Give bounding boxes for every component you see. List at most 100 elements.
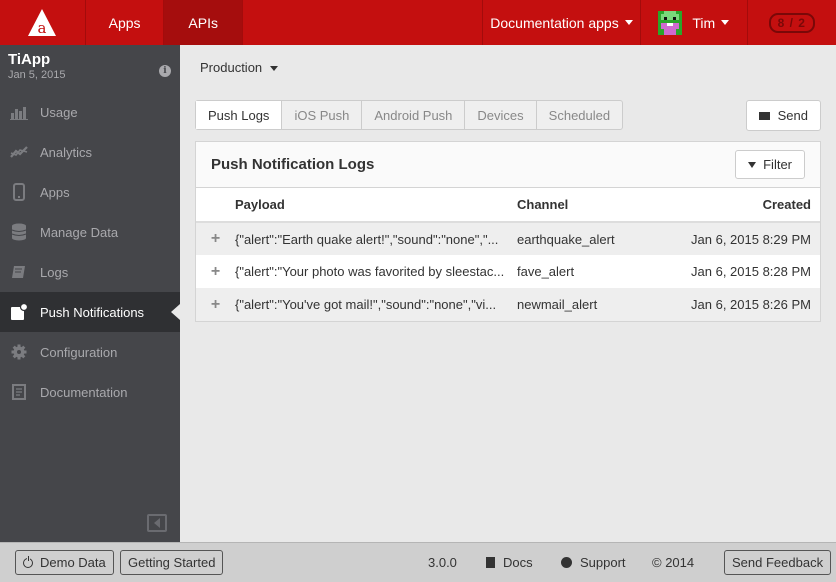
sidebar-item-configuration[interactable]: Configuration	[0, 332, 180, 372]
tab-label: Scheduled	[548, 107, 611, 123]
sidebar-item-label: Documentation	[40, 384, 128, 400]
demo-data-button[interactable]: Demo Data	[15, 550, 114, 575]
sidebar-item-label: Analytics	[40, 144, 93, 160]
column-header-payload[interactable]: Payload	[235, 188, 517, 223]
caret-down-icon	[721, 20, 730, 25]
channel-cell: fave_alert	[517, 264, 575, 279]
sidebar-item-label: Manage Data	[40, 224, 119, 240]
tab-label: Devices	[477, 107, 524, 123]
globe-icon	[561, 557, 572, 568]
footer: Demo Data Getting Started 3.0.0 Docs Sup…	[0, 542, 836, 582]
sidebar-item-label: Logs	[40, 264, 69, 280]
tab-label: iOS Push	[294, 107, 350, 123]
top-navbar: a Apps APIs Documentation apps Tim 8 / 2	[0, 0, 836, 45]
logo-icon: a	[28, 8, 57, 37]
demo-data-label: Demo Data	[40, 555, 106, 570]
sidebar-item-documentation[interactable]: Documentation	[0, 372, 180, 412]
nav-apps[interactable]: Apps	[86, 0, 165, 45]
table-row[interactable]: + {"alert":"Your photo was favorited by …	[196, 255, 820, 288]
column-header-channel[interactable]: Channel	[517, 188, 667, 223]
docs-link[interactable]: Docs	[486, 555, 533, 570]
created-cell: Jan 6, 2015 8:26 PM	[667, 288, 820, 321]
documentation-apps-dropdown[interactable]: Documentation apps	[483, 0, 641, 45]
expand-plus-icon[interactable]: +	[196, 222, 235, 255]
app-date: Jan 5, 2015	[8, 69, 66, 81]
envelope-icon	[758, 111, 770, 120]
user-name: Tim	[692, 14, 716, 31]
caret-down-icon	[269, 66, 278, 72]
tab-ios-push[interactable]: iOS Push	[282, 101, 363, 129]
appcelerator-logo[interactable]: a	[0, 0, 86, 45]
collapse-sidebar-icon[interactable]	[147, 514, 167, 532]
push-logs-panel: Push Notification Logs Filter Payload Ch…	[195, 141, 821, 322]
push-tabs: Push Logs iOS Push Android Push Devices …	[195, 100, 624, 130]
database-icon	[10, 223, 28, 241]
support-link[interactable]: Support	[561, 555, 626, 570]
table-header-row: Payload Channel Created	[196, 188, 820, 223]
sidebar-item-label: Usage	[40, 104, 78, 120]
counter-badge[interactable]: 8 / 2	[768, 12, 815, 33]
nav-apps-label: Apps	[108, 14, 141, 31]
counter-cell[interactable]: 8 / 2	[748, 0, 836, 45]
payload-cell: {"alert":"You've got mail!","sound":"non…	[235, 288, 517, 321]
docs-label: Docs	[503, 555, 533, 570]
support-label: Support	[580, 555, 626, 570]
filter-label: Filter	[763, 157, 792, 172]
payload-cell: {"alert":"Your photo was favorited by sl…	[235, 264, 505, 279]
power-icon	[23, 555, 33, 568]
sidebar-item-label: Configuration	[40, 344, 118, 360]
sidebar-item-manage-data[interactable]: Manage Data	[0, 212, 180, 252]
panel-title: Push Notification Logs	[211, 156, 375, 173]
table-row[interactable]: + {"alert":"You've got mail!","sound":"n…	[196, 288, 820, 321]
book-icon	[10, 263, 28, 281]
document-icon	[10, 383, 28, 401]
line-chart-icon	[10, 143, 28, 161]
tab-android-push[interactable]: Android Push	[362, 101, 466, 129]
nav-apis[interactable]: APIs	[164, 0, 243, 45]
expand-plus-icon[interactable]: +	[196, 288, 235, 321]
caret-down-icon	[624, 20, 633, 25]
sidebar-item-logs[interactable]: Logs	[0, 252, 180, 292]
column-header-created[interactable]: Created	[667, 188, 820, 223]
sidebar-item-push-notifications[interactable]: Push Notifications	[0, 292, 180, 332]
doc-icon	[486, 557, 495, 568]
version-text: 3.0.0	[428, 555, 457, 570]
user-menu[interactable]: Tim	[641, 0, 748, 45]
getting-started-button[interactable]: Getting Started	[120, 550, 224, 575]
documentation-apps-label: Documentation apps	[490, 14, 619, 31]
send-feedback-label: Send Feedback	[732, 555, 824, 570]
created-cell: Jan 6, 2015 8:29 PM	[667, 222, 820, 255]
tab-label: Push Logs	[208, 107, 270, 123]
sidebar-item-usage[interactable]: Usage	[0, 92, 180, 132]
mobile-icon	[10, 183, 28, 201]
bar-chart-icon	[10, 103, 28, 121]
panel-header: Push Notification Logs Filter	[196, 142, 820, 188]
copyright-text: © 2014	[652, 555, 695, 570]
sidebar: TiApp Jan 5, 2015 i Usage Analytics Apps…	[0, 45, 180, 542]
environment-label: Production	[200, 60, 263, 75]
filter-button[interactable]: Filter	[735, 150, 805, 179]
environment-dropdown[interactable]: Production	[200, 60, 278, 75]
tab-scheduled[interactable]: Scheduled	[537, 101, 622, 129]
notification-icon	[10, 303, 28, 321]
column-header-expand	[196, 188, 235, 223]
table-row[interactable]: + {"alert":"Earth quake alert!","sound":…	[196, 222, 820, 255]
sidebar-item-analytics[interactable]: Analytics	[0, 132, 180, 172]
getting-started-label: Getting Started	[128, 555, 216, 570]
svg-text:a: a	[38, 19, 47, 37]
app-header: TiApp Jan 5, 2015 i	[0, 45, 180, 92]
created-cell: Jan 6, 2015 8:28 PM	[691, 264, 811, 279]
avatar	[658, 10, 683, 35]
tab-devices[interactable]: Devices	[465, 101, 537, 129]
send-button[interactable]: Send	[745, 100, 821, 131]
push-logs-table: Payload Channel Created + {"alert":"Eart…	[196, 188, 820, 321]
channel-cell: earthquake_alert	[517, 222, 667, 255]
info-icon[interactable]: i	[159, 65, 171, 77]
nav-apis-label: APIs	[188, 14, 218, 31]
sidebar-item-apps[interactable]: Apps	[0, 172, 180, 212]
send-label: Send	[777, 108, 808, 123]
tab-push-logs[interactable]: Push Logs	[196, 101, 283, 129]
filter-icon	[748, 161, 757, 168]
send-feedback-button[interactable]: Send Feedback	[724, 550, 832, 575]
expand-plus-icon[interactable]: +	[196, 255, 235, 288]
